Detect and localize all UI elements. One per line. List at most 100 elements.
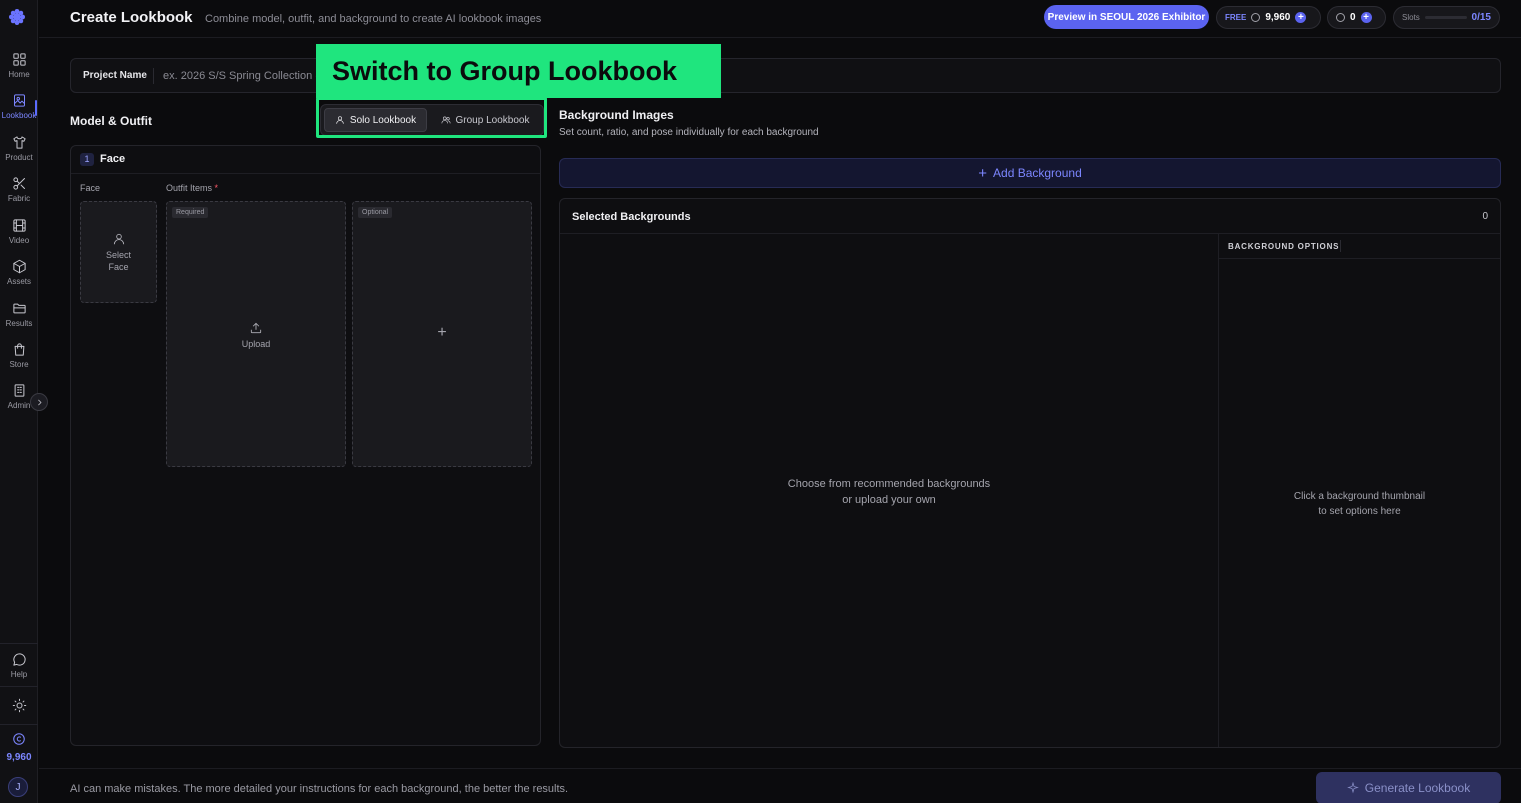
- add-background-button[interactable]: + Add Background: [559, 158, 1501, 188]
- user-icon: [113, 233, 124, 245]
- sidebar-item-help[interactable]: Help: [0, 648, 38, 688]
- coin-icon: [1336, 13, 1345, 22]
- solo-lookbook-tab[interactable]: Solo Lookbook: [324, 108, 427, 132]
- sidebar-item-video[interactable]: Video: [0, 214, 38, 254]
- add-background-label: Add Background: [993, 166, 1082, 180]
- select-face-line2: Face: [108, 262, 129, 272]
- select-face-content: Select Face: [81, 232, 156, 272]
- slots-label: Slots: [1402, 13, 1420, 22]
- select-face-line1: Select: [105, 250, 131, 260]
- add-credits-icon[interactable]: +: [1295, 12, 1307, 23]
- sidebar-item-fabric[interactable]: Fabric: [0, 172, 38, 212]
- sidebar-item-lookbook[interactable]: Lookbook: [0, 89, 38, 129]
- empty-message-line1: Choose from recommended backgrounds: [787, 478, 991, 490]
- background-images-subtitle: Set count, ratio, and pose individually …: [559, 127, 819, 138]
- empty-backgrounds-message: Choose from recommended backgrounds or u…: [560, 476, 1218, 508]
- sidebar-divider: [0, 643, 38, 644]
- chevron-right-icon: [37, 399, 42, 405]
- plus-icon: +: [978, 164, 988, 182]
- selected-backgrounds-panel: Selected Backgrounds 0 Choose from recom…: [559, 198, 1501, 748]
- background-images-title: Background Images: [559, 108, 674, 122]
- background-options-panel: BACKGROUND OPTIONS Click a background th…: [1218, 234, 1500, 747]
- sidebar-credits[interactable]: 9,960: [0, 732, 38, 763]
- bonus-credits-pill[interactable]: 0 +: [1327, 6, 1386, 29]
- required-tag: Required: [172, 207, 209, 218]
- divider: [153, 68, 154, 84]
- bag-icon: [14, 343, 24, 356]
- empty-message-line2: or upload your own: [842, 494, 936, 506]
- project-name-input[interactable]: [163, 65, 323, 87]
- slots-pill[interactable]: Slots 0/15: [1393, 6, 1500, 29]
- sidebar-item-label: Results: [5, 319, 33, 328]
- page-title: Create Lookbook: [70, 9, 193, 26]
- background-options-message: Click a background thumbnail to set opti…: [1219, 489, 1500, 519]
- sun-icon: [12, 698, 26, 713]
- users-icon: [441, 116, 451, 124]
- sidebar-item-label: Help: [10, 670, 28, 679]
- solo-lookbook-label: Solo Lookbook: [349, 114, 417, 126]
- plan-credits-value: 9,960: [1265, 12, 1291, 23]
- cube-icon: [12, 259, 26, 274]
- plan-tag: FREE: [1225, 13, 1247, 22]
- sidebar-item-label: Store: [9, 360, 29, 369]
- group-lookbook-tab[interactable]: Group Lookbook: [430, 108, 540, 132]
- image-book-icon: [13, 94, 25, 107]
- required-mark: *: [214, 183, 219, 193]
- sidebar-credits-value: 9,960: [6, 752, 32, 763]
- sidebar-item-label: Home: [8, 70, 30, 79]
- sidebar-divider: [0, 724, 38, 725]
- sidebar-divider: [0, 686, 38, 687]
- sidebar-item-assets[interactable]: Assets: [0, 255, 38, 295]
- selected-backgrounds-count: 0: [1482, 211, 1488, 222]
- sidebar-item-product[interactable]: Product: [0, 131, 38, 171]
- upload-content: Upload: [167, 321, 345, 349]
- required-outfit-upload[interactable]: Required Upload: [166, 201, 346, 467]
- select-face-box[interactable]: Select Face: [80, 201, 157, 303]
- face-card-header: 1 Face: [71, 146, 540, 174]
- generate-lookbook-button[interactable]: Generate Lookbook: [1316, 772, 1501, 803]
- app-logo-icon[interactable]: [8, 8, 26, 26]
- bonus-credits-value: 0: [1350, 12, 1356, 23]
- model-outfit-title: Model & Outfit: [70, 114, 152, 128]
- film-icon: [12, 219, 26, 232]
- group-lookbook-label: Group Lookbook: [455, 114, 530, 126]
- grid-icon: [12, 53, 26, 66]
- project-name-label: Project Name: [83, 70, 147, 81]
- sidebar-item-store[interactable]: Store: [0, 338, 38, 378]
- outfit-items-label: Outfit Items *: [166, 183, 218, 193]
- optional-outfit-upload[interactable]: Optional +: [352, 201, 532, 467]
- face-field-label: Face: [80, 183, 101, 193]
- sidebar-item-label: Video: [8, 236, 30, 245]
- callout-label: Switch to Group Lookbook: [316, 44, 721, 98]
- avatar[interactable]: J: [8, 777, 28, 797]
- optional-tag: Optional: [358, 207, 393, 218]
- plan-credits-pill[interactable]: FREE 9,960 +: [1216, 6, 1321, 29]
- selected-backgrounds-title: Selected Backgrounds: [572, 211, 691, 223]
- sidebar-expand-button[interactable]: [30, 393, 48, 411]
- divider: [1340, 240, 1341, 252]
- sidebar-item-home[interactable]: Home: [0, 48, 38, 88]
- sidebar-item-label: Product: [5, 153, 33, 162]
- building-icon: [14, 384, 24, 397]
- step-number-badge: 1: [80, 153, 94, 166]
- options-message-line1: Click a background thumbnail: [1293, 491, 1426, 502]
- selected-backgrounds-header: Selected Backgrounds 0: [560, 199, 1500, 234]
- sidebar-item-results[interactable]: Results: [0, 297, 38, 337]
- generate-lookbook-label: Generate Lookbook: [1364, 781, 1471, 795]
- sidebar-item-label: Fabric: [7, 194, 31, 203]
- upload-icon: [250, 322, 262, 334]
- ai-disclaimer: AI can make mistakes. The more detailed …: [70, 783, 569, 795]
- footer-bar: AI can make mistakes. The more detailed …: [39, 768, 1521, 803]
- slots-value: 0/15: [1471, 12, 1491, 23]
- slots-progress: [1424, 16, 1467, 19]
- preview-exhibitor-button[interactable]: Preview in SEOUL 2026 Exhibitor: [1044, 5, 1209, 29]
- face-card: 1 Face Face Outfit Items * Select Face R…: [70, 145, 541, 746]
- outfit-items-text: Outfit Items: [166, 183, 213, 193]
- chat-bubble-icon: [12, 653, 26, 666]
- project-name-bar: Project Name: [70, 58, 1501, 93]
- sparkle-icon: [1346, 782, 1359, 794]
- add-optional-icon: +: [437, 324, 447, 341]
- scissors-icon: [12, 177, 25, 190]
- add-bonus-icon[interactable]: +: [1360, 12, 1372, 23]
- theme-toggle[interactable]: [0, 694, 38, 734]
